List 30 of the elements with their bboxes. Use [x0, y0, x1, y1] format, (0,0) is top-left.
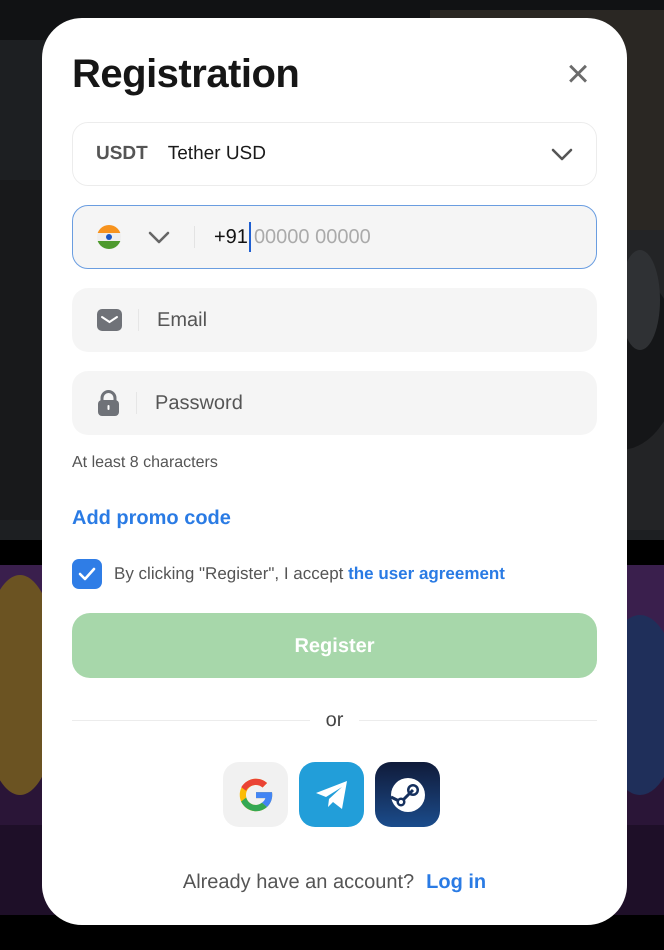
password-hint: At least 8 characters	[72, 453, 219, 473]
lock-icon	[97, 390, 120, 416]
email-input[interactable]: Email	[157, 305, 572, 335]
divider-label: or	[326, 708, 344, 733]
chevron-down-icon	[551, 148, 573, 160]
close-button[interactable]: ×	[564, 60, 592, 88]
login-prompt: Already have an account?	[182, 870, 414, 895]
login-link[interactable]: Log in	[426, 867, 486, 897]
steam-login-button[interactable]	[375, 762, 440, 827]
chevron-down-icon	[148, 230, 170, 244]
promo-code-link[interactable]: Add promo code	[72, 503, 231, 533]
password-field[interactable]: Password	[72, 371, 597, 435]
google-login-button[interactable]	[223, 762, 288, 827]
flag-icon	[97, 225, 121, 249]
telegram-login-button[interactable]	[299, 762, 364, 827]
user-agreement-link[interactable]: the user agreement	[348, 564, 505, 584]
phone-placeholder: 00000 00000	[254, 225, 371, 250]
agreement-checkbox[interactable]	[72, 559, 102, 589]
phone-code: +91	[214, 222, 251, 252]
envelope-icon	[97, 309, 122, 331]
checkmark-icon	[78, 567, 96, 581]
agreement-text: By clicking "Register", I accept the user agreement	[114, 563, 505, 586]
email-field[interactable]: Email	[72, 288, 597, 352]
currency-code: USDT	[96, 142, 148, 166]
dialog-title: Registration	[72, 51, 300, 98]
phone-field[interactable]: +91 00000 00000	[72, 205, 597, 269]
paper-plane-icon	[314, 778, 350, 810]
currency-name: Tether USD	[168, 142, 267, 166]
password-input[interactable]: Password	[155, 388, 572, 418]
currency-select[interactable]: USDT Tether USD	[72, 122, 597, 186]
